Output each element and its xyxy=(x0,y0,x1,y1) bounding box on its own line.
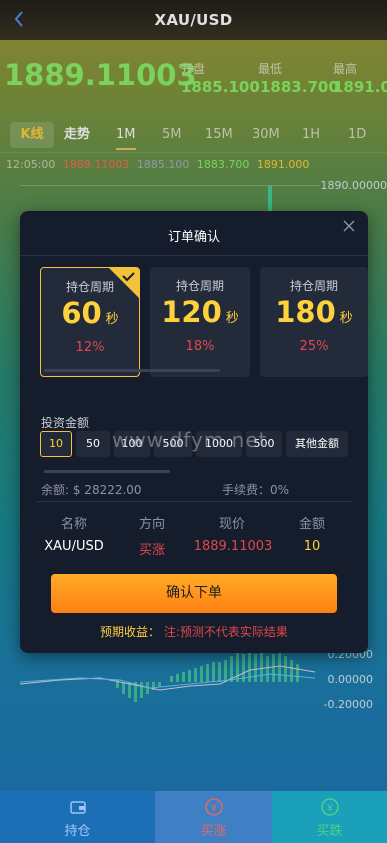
period-value: 60 秒 xyxy=(41,296,139,330)
buy-up-label: 买涨 xyxy=(200,824,227,839)
buy-down-label: 买跌 xyxy=(316,824,343,839)
svg-text:¥: ¥ xyxy=(210,803,217,814)
period-seconds: 120 xyxy=(161,295,222,329)
yuan-icon: ¥ xyxy=(320,798,339,816)
expected-note: 注:预测不代表实际结果 xyxy=(163,625,288,639)
buy-up-button[interactable]: ¥ 买涨 xyxy=(155,791,272,843)
expected-label: 预期收益： xyxy=(100,625,161,639)
order-header-amount: 金额 xyxy=(298,517,325,532)
close-icon[interactable] xyxy=(342,219,356,233)
selected-check-icon xyxy=(109,268,139,298)
expected-return: 预期收益： 注:预测不代表实际结果 xyxy=(20,623,368,640)
amount-label: 投资金额 xyxy=(41,416,90,430)
order-header-price: 现价 xyxy=(218,517,245,532)
period-seconds: 60 xyxy=(61,296,102,330)
watermark: www.dfym.net xyxy=(112,428,268,452)
buy-down-button[interactable]: ¥ 买跌 xyxy=(272,791,387,843)
period-label: 持仓周期 xyxy=(289,279,338,293)
order-header-direction: 方向 xyxy=(138,517,165,532)
modal-title: 订单确认 xyxy=(167,230,220,245)
order-amount: 10 xyxy=(303,539,321,554)
period-rate: 18% xyxy=(185,339,215,354)
order-header-name: 名称 xyxy=(60,517,87,532)
bottom-action-bar: 持仓 ¥ 买涨 ¥ 买跌 xyxy=(0,791,387,843)
confirm-order-button[interactable]: 确认下单 xyxy=(51,574,337,613)
order-name: XAU/USD xyxy=(44,539,104,554)
hold-button[interactable]: 持仓 xyxy=(0,791,155,843)
period-rate: 25% xyxy=(299,339,329,354)
balance-text: 余额: $ 28222.00 xyxy=(41,483,142,497)
svg-text:¥: ¥ xyxy=(326,803,333,814)
period-scrollbar[interactable] xyxy=(44,369,220,372)
amount-option-other[interactable]: 其他金额 xyxy=(286,431,348,457)
fee-text: 手续费：0% xyxy=(222,483,290,497)
yuan-icon: ¥ xyxy=(204,798,223,816)
order-price: 1889.11003 xyxy=(193,539,273,554)
amount-option-50[interactable]: 50 xyxy=(76,431,110,457)
modal-divider xyxy=(20,255,368,256)
period-card-60[interactable]: 持仓周期 60 秒 12% xyxy=(40,267,140,377)
amount-option-10[interactable]: 10 xyxy=(40,431,72,457)
period-card-120[interactable]: 持仓周期 120 秒 18% xyxy=(150,267,250,377)
period-value: 180 秒 xyxy=(260,295,368,329)
wallet-icon xyxy=(69,801,86,814)
period-card-180[interactable]: 持仓周期 180 秒 25% xyxy=(260,267,368,377)
period-value: 120 秒 xyxy=(150,295,250,329)
period-label: 持仓周期 xyxy=(175,279,224,293)
period-rate: 12% xyxy=(75,340,105,355)
hold-label: 持仓 xyxy=(64,824,91,839)
period-seconds: 180 xyxy=(275,295,336,329)
period-unit: 秒 xyxy=(225,311,239,326)
amount-scrollbar[interactable] xyxy=(44,470,170,473)
period-unit: 秒 xyxy=(339,311,353,326)
order-direction: 买涨 xyxy=(138,543,165,558)
period-unit: 秒 xyxy=(105,312,119,327)
order-divider xyxy=(36,501,352,502)
